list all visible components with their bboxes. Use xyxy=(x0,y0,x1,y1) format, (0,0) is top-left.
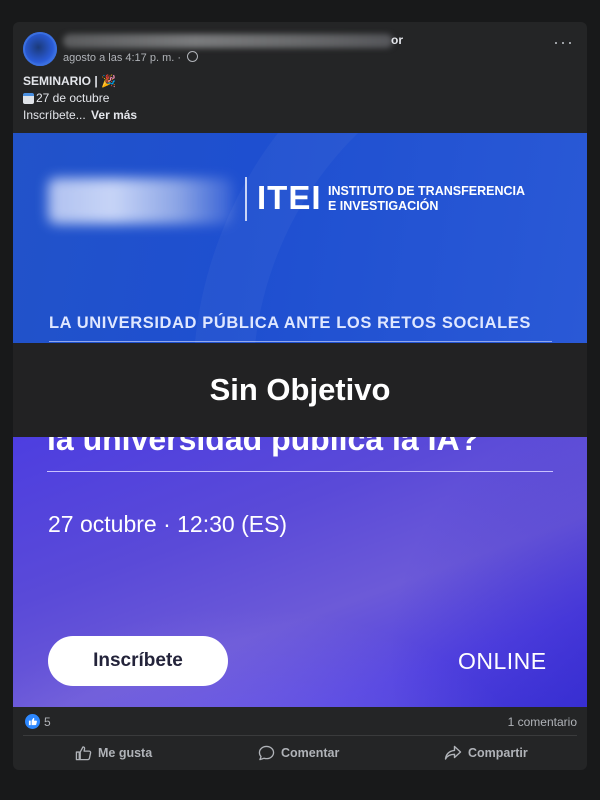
party-icon: 🎉 xyxy=(101,74,116,88)
comment-button[interactable]: Comentar xyxy=(258,742,339,764)
university-logo-redacted xyxy=(48,178,233,224)
post-text-line-1: SEMINARIO | 🎉 xyxy=(23,74,116,88)
event-datetime: 27 octubre · 12:30 (ES) xyxy=(48,511,288,537)
footer-divider xyxy=(23,735,577,736)
share-button[interactable]: Compartir xyxy=(444,742,528,764)
post-date: 27 de octubre xyxy=(36,91,110,105)
post-text-line-3: Inscríbete... Ver más xyxy=(23,108,137,122)
avatar[interactable] xyxy=(23,32,57,66)
like-reaction-icon[interactable] xyxy=(25,714,40,729)
objective-overlay: Sin Objetivo xyxy=(13,343,587,437)
post-timestamp[interactable]: agosto a las 4:17 p. m. · xyxy=(63,52,181,64)
event-mode: ONLINE xyxy=(458,648,547,674)
globe-icon xyxy=(187,51,199,62)
reaction-count[interactable]: 5 xyxy=(44,715,51,729)
share-icon xyxy=(444,745,462,760)
comment-icon xyxy=(258,745,275,761)
comment-label: Comentar xyxy=(281,746,340,760)
more-options-icon[interactable]: ··· xyxy=(553,32,574,53)
banner-tagline: LA UNIVERSIDAD PÚBLICA ANTE LOS RETOS SO… xyxy=(49,314,531,332)
comment-count[interactable]: 1 comentario xyxy=(508,715,577,729)
author-name-redacted[interactable] xyxy=(63,34,393,48)
banner-rule xyxy=(49,341,552,342)
post-excerpt: Inscríbete... xyxy=(23,108,86,122)
logo-divider xyxy=(245,177,247,221)
post-meta: agosto a las 4:17 p. m. · xyxy=(63,51,199,64)
itei-name-line-1: INSTITUTO DE TRANSFERENCIA xyxy=(328,184,525,198)
post-text-line-2: 27 de octubre xyxy=(23,91,109,105)
author-name-tail[interactable]: or xyxy=(391,33,403,47)
overlay-label: Sin Objetivo xyxy=(209,372,391,407)
post-card: or agosto a las 4:17 p. m. · ··· SEMINAR… xyxy=(13,22,587,770)
post-image-top[interactable]: ITEI INSTITUTO DE TRANSFERENCIA E INVEST… xyxy=(13,133,587,343)
like-button[interactable]: Me gusta xyxy=(75,742,152,764)
see-more-link[interactable]: Ver más xyxy=(91,108,137,122)
banner-rule-bottom xyxy=(47,471,553,472)
share-label: Compartir xyxy=(468,746,528,760)
banner-title-cut: la universidad pública la IA? xyxy=(47,437,480,457)
post-title: SEMINARIO | xyxy=(23,74,98,88)
like-label: Me gusta xyxy=(98,746,153,760)
register-button[interactable]: Inscríbete xyxy=(48,636,228,686)
itei-name-line-2: E INVESTIGACIÓN xyxy=(328,199,439,213)
itei-logo-text: ITEI xyxy=(257,179,322,216)
calendar-icon xyxy=(23,93,34,104)
itei-full-name: INSTITUTO DE TRANSFERENCIA E INVESTIGACI… xyxy=(328,184,525,214)
thumbs-up-icon xyxy=(75,746,92,761)
post-header: or agosto a las 4:17 p. m. · ··· SEMINAR… xyxy=(13,22,587,134)
post-image-bottom[interactable]: la universidad pública la IA? 27 octubre… xyxy=(13,437,587,707)
